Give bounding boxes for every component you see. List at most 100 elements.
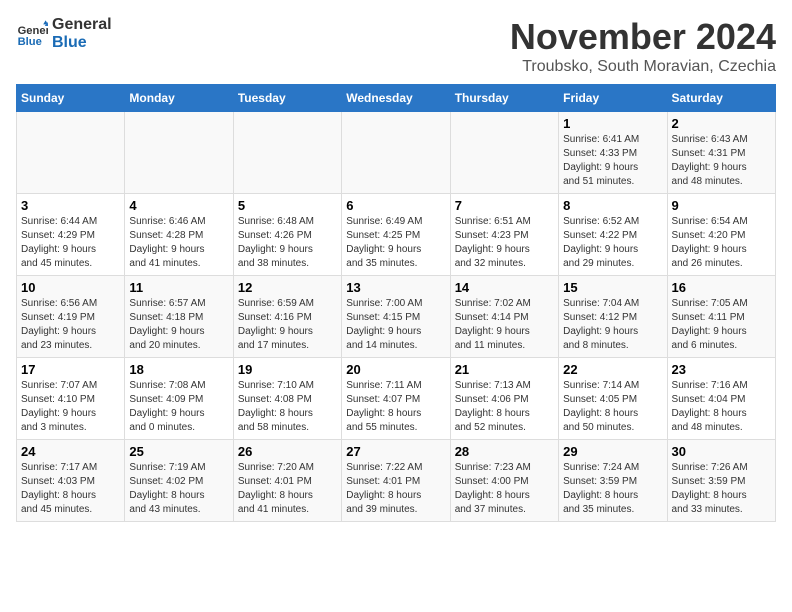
day-number: 19 <box>238 362 337 377</box>
day-cell: 13Sunrise: 7:00 AM Sunset: 4:15 PM Dayli… <box>342 276 450 358</box>
day-detail: Sunrise: 7:14 AM Sunset: 4:05 PM Dayligh… <box>563 379 662 435</box>
day-cell: 12 Sunrise: 6:59 AM Sunset: 4:16 PM Dayli… <box>233 276 341 358</box>
day-detail: Sunrise: 6:56 AM Sunset: 4:19 PM Dayligh… <box>21 297 120 353</box>
day-cell: 11 Sunrise: 6:57 AM Sunset: 4:18 PM Dayli… <box>125 276 233 358</box>
day-cell: 7 Sunrise: 6:51 AM Sunset: 4:23 PM Daylig… <box>450 194 558 276</box>
day-cell: 26 Sunrise: 7:20 AM Sunset: 4:01 PM Dayli… <box>233 440 341 522</box>
day-detail: Sunrise: 6:44 AM Sunset: 4:29 PM Dayligh… <box>21 215 120 271</box>
day-detail: Sunrise: 7:20 AM Sunset: 4:01 PM Dayligh… <box>238 461 337 517</box>
day-detail: Sunrise: 7:05 AM Sunset: 4:11 PM Dayligh… <box>672 297 771 353</box>
day-cell <box>17 112 125 194</box>
day-cell <box>342 112 450 194</box>
day-detail: Sunrise: 7:19 AM Sunset: 4:02 PM Dayligh… <box>129 461 228 517</box>
logo: General Blue General Blue <box>16 16 112 51</box>
day-detail: Sunrise: 6:46 AM Sunset: 4:28 PM Dayligh… <box>129 215 228 271</box>
day-number: 23 <box>672 362 771 377</box>
day-detail: Sunrise: 6:52 AM Sunset: 4:22 PM Dayligh… <box>563 215 662 271</box>
day-cell <box>233 112 341 194</box>
day-cell: 18 Sunrise: 7:08 AM Sunset: 4:09 PM Dayli… <box>125 358 233 440</box>
day-number: 27 <box>346 444 445 459</box>
day-cell: 16 Sunrise: 7:05 AM Sunset: 4:11 PM Dayli… <box>667 276 775 358</box>
day-number: 17 <box>21 362 120 377</box>
weekday-header-wednesday: Wednesday <box>342 85 450 112</box>
day-cell: 14Sunrise: 7:02 AM Sunset: 4:14 PM Dayli… <box>450 276 558 358</box>
day-cell: 8 Sunrise: 6:52 AM Sunset: 4:22 PM Daylig… <box>559 194 667 276</box>
day-cell: 20Sunrise: 7:11 AM Sunset: 4:07 PM Dayli… <box>342 358 450 440</box>
day-cell: 9Sunrise: 6:54 AM Sunset: 4:20 PM Daylig… <box>667 194 775 276</box>
day-number: 21 <box>455 362 554 377</box>
day-detail: Sunrise: 7:24 AM Sunset: 3:59 PM Dayligh… <box>563 461 662 517</box>
day-detail: Sunrise: 6:43 AM Sunset: 4:31 PM Dayligh… <box>672 133 771 189</box>
day-cell <box>125 112 233 194</box>
day-number: 28 <box>455 444 554 459</box>
day-cell: 6 Sunrise: 6:49 AM Sunset: 4:25 PM Daylig… <box>342 194 450 276</box>
day-number: 15 <box>563 280 662 295</box>
day-cell: 5Sunrise: 6:48 AM Sunset: 4:26 PM Daylig… <box>233 194 341 276</box>
day-detail: Sunrise: 6:48 AM Sunset: 4:26 PM Dayligh… <box>238 215 337 271</box>
day-cell <box>450 112 558 194</box>
day-cell: 3 Sunrise: 6:44 AM Sunset: 4:29 PM Daylig… <box>17 194 125 276</box>
day-number: 1 <box>563 116 662 131</box>
day-number: 16 <box>672 280 771 295</box>
logo-line1: General <box>52 16 112 34</box>
day-cell: 1 Sunrise: 6:41 AM Sunset: 4:33 PM Daylig… <box>559 112 667 194</box>
day-cell: 10Sunrise: 6:56 AM Sunset: 4:19 PM Dayli… <box>17 276 125 358</box>
day-number: 13 <box>346 280 445 295</box>
day-detail: Sunrise: 6:59 AM Sunset: 4:16 PM Dayligh… <box>238 297 337 353</box>
week-row-1: 1 Sunrise: 6:41 AM Sunset: 4:33 PM Daylig… <box>17 112 776 194</box>
day-number: 6 <box>346 198 445 213</box>
day-number: 8 <box>563 198 662 213</box>
weekday-header-monday: Monday <box>125 85 233 112</box>
week-row-4: 17 Sunrise: 7:07 AM Sunset: 4:10 PM Dayli… <box>17 358 776 440</box>
day-cell: 25 Sunrise: 7:19 AM Sunset: 4:02 PM Dayli… <box>125 440 233 522</box>
day-detail: Sunrise: 7:04 AM Sunset: 4:12 PM Dayligh… <box>563 297 662 353</box>
day-number: 26 <box>238 444 337 459</box>
weekday-header-thursday: Thursday <box>450 85 558 112</box>
day-detail: Sunrise: 7:13 AM Sunset: 4:06 PM Dayligh… <box>455 379 554 435</box>
day-number: 25 <box>129 444 228 459</box>
day-number: 2 <box>672 116 771 131</box>
calendar-table: SundayMondayTuesdayWednesdayThursdayFrid… <box>16 84 776 522</box>
day-cell: 23 Sunrise: 7:16 AM Sunset: 4:04 PM Dayli… <box>667 358 775 440</box>
day-number: 18 <box>129 362 228 377</box>
title-section: November 2024 Troubsko, South Moravian, … <box>510 16 776 76</box>
day-number: 12 <box>238 280 337 295</box>
day-detail: Sunrise: 6:41 AM Sunset: 4:33 PM Dayligh… <box>563 133 662 189</box>
weekday-header-friday: Friday <box>559 85 667 112</box>
day-number: 14 <box>455 280 554 295</box>
day-cell: 4Sunrise: 6:46 AM Sunset: 4:28 PM Daylig… <box>125 194 233 276</box>
calendar-title: November 2024 <box>510 16 776 58</box>
svg-text:Blue: Blue <box>18 36 42 48</box>
day-cell: 28 Sunrise: 7:23 AM Sunset: 4:00 PM Dayli… <box>450 440 558 522</box>
weekday-header-row: SundayMondayTuesdayWednesdayThursdayFrid… <box>17 85 776 112</box>
day-number: 30 <box>672 444 771 459</box>
calendar-subtitle: Troubsko, South Moravian, Czechia <box>510 58 776 76</box>
day-cell: 24Sunrise: 7:17 AM Sunset: 4:03 PM Dayli… <box>17 440 125 522</box>
day-detail: Sunrise: 6:57 AM Sunset: 4:18 PM Dayligh… <box>129 297 228 353</box>
svg-text:General: General <box>18 25 48 37</box>
day-number: 24 <box>21 444 120 459</box>
week-row-3: 10Sunrise: 6:56 AM Sunset: 4:19 PM Dayli… <box>17 276 776 358</box>
day-detail: Sunrise: 7:26 AM Sunset: 3:59 PM Dayligh… <box>672 461 771 517</box>
weekday-header-saturday: Saturday <box>667 85 775 112</box>
day-detail: Sunrise: 7:16 AM Sunset: 4:04 PM Dayligh… <box>672 379 771 435</box>
logo-line2: Blue <box>52 34 112 52</box>
day-detail: Sunrise: 6:49 AM Sunset: 4:25 PM Dayligh… <box>346 215 445 271</box>
day-detail: Sunrise: 7:08 AM Sunset: 4:09 PM Dayligh… <box>129 379 228 435</box>
day-detail: Sunrise: 7:22 AM Sunset: 4:01 PM Dayligh… <box>346 461 445 517</box>
day-number: 3 <box>21 198 120 213</box>
day-detail: Sunrise: 7:07 AM Sunset: 4:10 PM Dayligh… <box>21 379 120 435</box>
weekday-header-tuesday: Tuesday <box>233 85 341 112</box>
day-detail: Sunrise: 7:23 AM Sunset: 4:00 PM Dayligh… <box>455 461 554 517</box>
day-number: 7 <box>455 198 554 213</box>
day-cell: 27 Sunrise: 7:22 AM Sunset: 4:01 PM Dayli… <box>342 440 450 522</box>
day-number: 11 <box>129 280 228 295</box>
day-cell: 19Sunrise: 7:10 AM Sunset: 4:08 PM Dayli… <box>233 358 341 440</box>
day-detail: Sunrise: 6:54 AM Sunset: 4:20 PM Dayligh… <box>672 215 771 271</box>
day-detail: Sunrise: 6:51 AM Sunset: 4:23 PM Dayligh… <box>455 215 554 271</box>
week-row-5: 24Sunrise: 7:17 AM Sunset: 4:03 PM Dayli… <box>17 440 776 522</box>
day-cell: 2 Sunrise: 6:43 AM Sunset: 4:31 PM Daylig… <box>667 112 775 194</box>
logo-icon: General Blue <box>16 18 48 50</box>
page-header: General Blue General Blue November 2024 … <box>16 16 776 76</box>
day-cell: 15 Sunrise: 7:04 AM Sunset: 4:12 PM Dayli… <box>559 276 667 358</box>
